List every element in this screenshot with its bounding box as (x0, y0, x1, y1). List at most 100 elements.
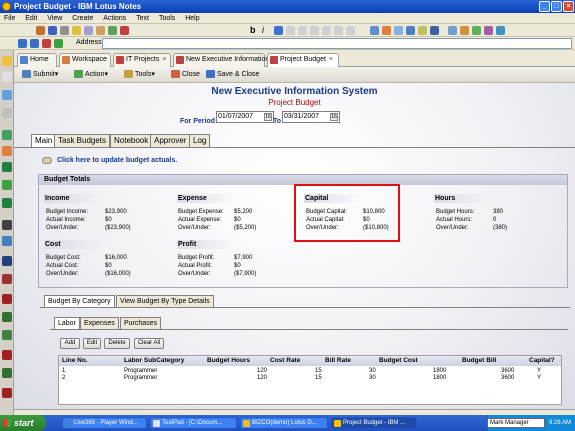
contacts-icon[interactable] (472, 26, 481, 35)
tab-view-budget-by-type[interactable]: View Budget By Type Details (116, 295, 214, 307)
outdent-icon[interactable] (346, 26, 355, 35)
close-window-button[interactable]: × (563, 1, 574, 12)
tab-budget-by-category[interactable]: Budget By Category (44, 295, 115, 307)
text-color-icon[interactable] (274, 26, 283, 35)
mail-icon[interactable] (448, 26, 457, 35)
bullets-icon[interactable] (310, 26, 319, 35)
action-menu[interactable]: Action▾ (74, 70, 108, 80)
print-icon[interactable] (60, 26, 69, 35)
tab-log[interactable]: Log (189, 134, 211, 147)
minimize-button[interactable]: _ (539, 1, 550, 12)
clear-all-button[interactable]: Clear All (134, 338, 164, 349)
tab-home[interactable]: Home (17, 53, 57, 67)
add-button[interactable]: Add (60, 338, 80, 349)
tab-expenses[interactable]: Expenses (80, 317, 119, 329)
tab-main[interactable]: Main (31, 134, 57, 147)
calendar-icon[interactable] (460, 26, 469, 35)
bookmark-discover-icon[interactable] (2, 368, 12, 378)
delete-button[interactable]: Delete (104, 338, 130, 349)
spell-icon[interactable] (418, 26, 427, 35)
numbering-icon[interactable] (322, 26, 331, 35)
calendar-picker-icon[interactable]: 16 (264, 113, 272, 121)
image-icon[interactable] (382, 26, 391, 35)
bookmark-more-icon[interactable] (2, 330, 12, 340)
col-bill-rate[interactable]: Bill Rate (325, 357, 351, 365)
menu-file[interactable]: File (0, 13, 19, 24)
tab-labor[interactable]: Labor (54, 317, 80, 329)
col-line-no[interactable]: Line No. (62, 357, 88, 365)
bookmark-workspace-icon[interactable] (2, 256, 12, 266)
bookmark-contacts-icon[interactable] (2, 108, 12, 118)
align-left-icon[interactable] (286, 26, 295, 35)
taskbar-item-project-budget[interactable]: Project Budget - IBM ... (331, 417, 417, 429)
submit-action[interactable]: Submit▾ (22, 70, 58, 80)
bookmark-clock-icon[interactable] (2, 294, 12, 304)
calendar-picker-icon[interactable]: 16 (330, 113, 338, 121)
close-tab-icon[interactable]: × (162, 56, 166, 63)
table-icon[interactable] (370, 26, 379, 35)
cut-icon[interactable] (72, 26, 81, 35)
tab-task-budgets[interactable]: Task Budgets (54, 134, 111, 147)
bookmark-extra-icon[interactable] (2, 388, 12, 398)
tools-action[interactable]: Tools▾ (124, 70, 155, 80)
bookmark-folder-icon[interactable] (2, 312, 12, 322)
close-tab-icon[interactable]: × (329, 56, 333, 63)
tab-approver[interactable]: Approver (150, 134, 191, 147)
copy-icon[interactable] (84, 26, 93, 35)
taskbar-item-textpad[interactable]: TextPad - [C:\Docum... (150, 417, 237, 429)
bookmark-todo-icon[interactable] (2, 130, 12, 140)
save-icon[interactable] (48, 26, 57, 35)
back-icon[interactable] (18, 39, 27, 48)
col-budget-bill[interactable]: Budget Bill (462, 357, 496, 365)
menu-actions[interactable]: Actions (99, 13, 130, 24)
paste-icon[interactable] (96, 26, 105, 35)
bold-icon[interactable]: b (250, 26, 259, 35)
stop-nav-icon[interactable] (42, 39, 51, 48)
edit-button[interactable]: Edit (83, 338, 101, 349)
col-budget-cost[interactable]: Budget Cost (379, 357, 418, 365)
indent-icon[interactable] (334, 26, 343, 35)
tab-new-executive-information[interactable]: New Executive Information...× (173, 53, 282, 67)
update-budget-link[interactable]: Click here to update budget actuals. (57, 157, 177, 164)
menu-text[interactable]: Text (132, 13, 153, 24)
address-input[interactable] (102, 38, 572, 49)
find-icon[interactable] (108, 26, 117, 35)
menu-help[interactable]: Help (181, 13, 203, 24)
properties-icon[interactable] (430, 26, 439, 35)
col-cost-rate[interactable]: Cost Rate (270, 357, 300, 365)
bookmark-alarm-icon[interactable] (2, 350, 12, 360)
forward-icon[interactable] (30, 39, 39, 48)
menu-tools[interactable]: Tools (155, 13, 179, 24)
todo-icon[interactable] (484, 26, 493, 35)
tab-it-projects[interactable]: IT Projects × (113, 53, 171, 67)
close-action[interactable]: Close (171, 70, 200, 80)
tab-notebook[interactable]: Notebook (110, 134, 153, 147)
user-location-field[interactable]: Mark Manager (487, 418, 545, 428)
bookmark-tools-icon[interactable] (2, 220, 12, 230)
maximize-button[interactable]: □ (551, 1, 562, 12)
col-budget-hours[interactable]: Budget Hours (207, 357, 250, 365)
save-close-action[interactable]: Save & Close (206, 70, 259, 80)
open-icon[interactable] (36, 26, 45, 35)
tab-workspace[interactable]: Workspace (59, 53, 111, 67)
attach-icon[interactable] (406, 26, 415, 35)
taskbar-item-live365[interactable]: Live365 - Player Wind... (62, 417, 147, 429)
tab-project-budget[interactable]: Project Budget × (267, 53, 339, 67)
bookmark-sametime-icon[interactable] (2, 180, 12, 190)
menu-create[interactable]: Create (68, 13, 97, 24)
bookmark-replication-icon[interactable] (2, 146, 12, 156)
menu-view[interactable]: View (43, 13, 66, 24)
menu-edit[interactable]: Edit (21, 13, 41, 24)
bookmark-history-icon[interactable] (2, 274, 12, 284)
bookmark-mail-icon[interactable] (2, 72, 12, 82)
replicate-icon[interactable] (496, 26, 505, 35)
col-labor-subcategory[interactable]: Labor SubCategory (124, 357, 184, 365)
link-icon[interactable] (394, 26, 403, 35)
stop-icon[interactable] (120, 26, 129, 35)
refresh-icon[interactable] (54, 39, 63, 48)
period-end-field[interactable]: 03/31/2007 16 (282, 111, 340, 123)
italic-icon[interactable]: i (262, 26, 271, 35)
col-capital[interactable]: Capital? (529, 357, 555, 365)
bookmark-app-icon[interactable] (2, 198, 12, 208)
bookmark-calendar-icon[interactable] (2, 90, 12, 100)
